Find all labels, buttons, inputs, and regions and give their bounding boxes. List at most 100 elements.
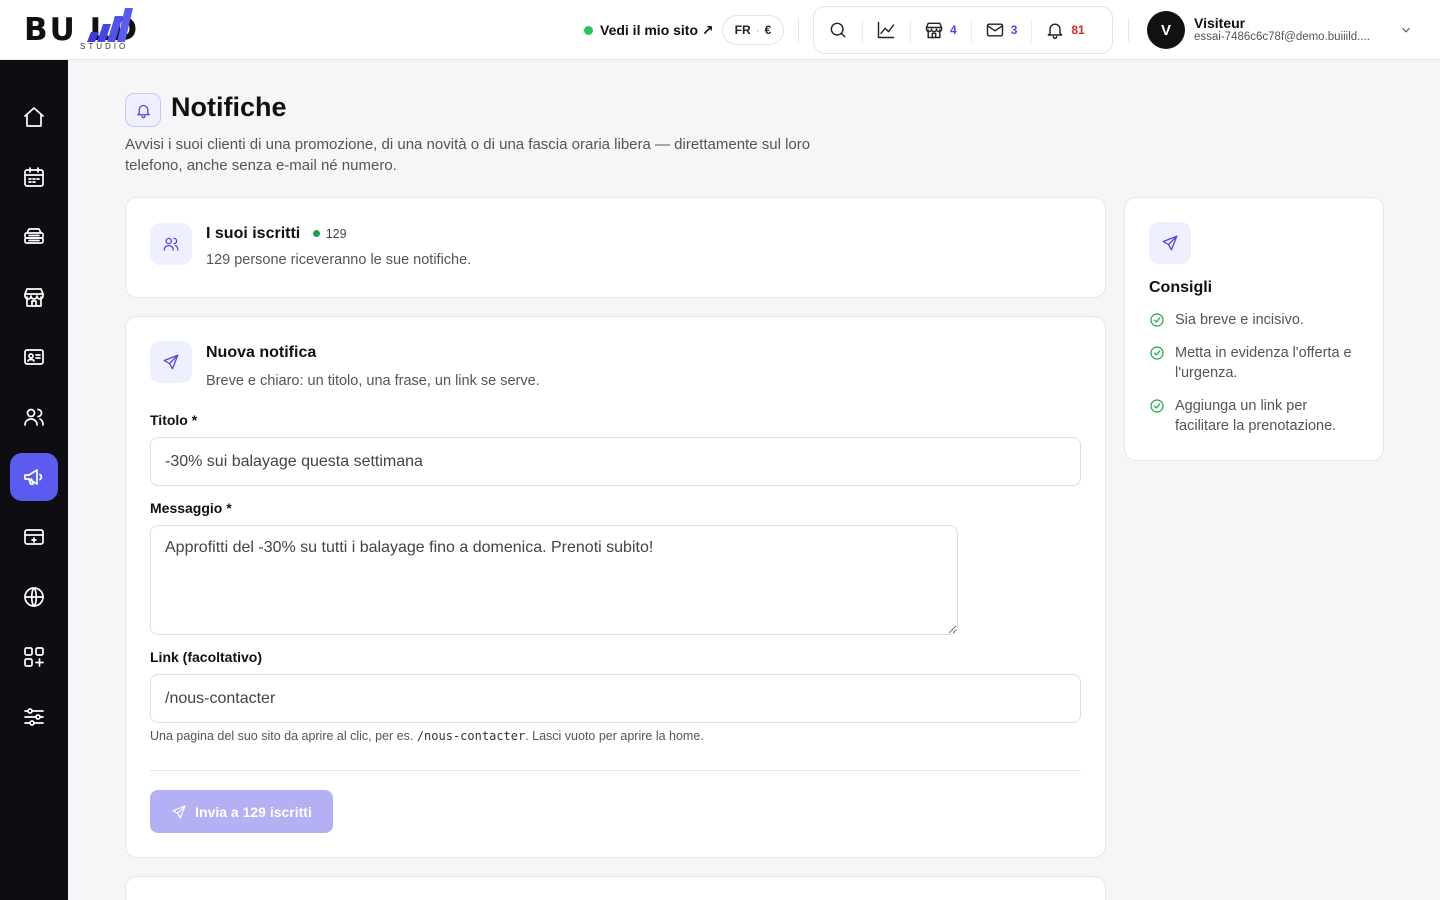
- avatar: V: [1147, 11, 1185, 49]
- link-label: Link (facoltativo): [150, 649, 263, 665]
- subscriber-count: 129: [325, 226, 347, 241]
- link-input[interactable]: [150, 674, 1081, 723]
- sidebar: [0, 60, 68, 900]
- home-icon: [24, 107, 44, 127]
- subscribers-card-icon: [150, 223, 192, 265]
- online-status-dot: [584, 25, 593, 35]
- sidebar-item-apps[interactable]: [10, 633, 58, 681]
- logo-bars-icon: [87, 8, 133, 42]
- tip-text: Aggiunga un link per facilitare la preno…: [1175, 398, 1337, 434]
- search-button[interactable]: [814, 7, 862, 53]
- sidebar-item-settings[interactable]: [10, 693, 58, 741]
- currency-symbol: €: [764, 23, 772, 37]
- grid-plus-icon: [24, 647, 44, 667]
- chevron-down-icon: [1402, 27, 1410, 33]
- separator-dot: ·: [755, 23, 760, 37]
- form-divider: [150, 770, 1081, 771]
- topbar-divider: [1128, 18, 1129, 42]
- view-site-link[interactable]: Vedi il mio sito ↗: [584, 19, 714, 41]
- tip-item: Sia breve e incisivo.: [1149, 310, 1359, 330]
- link-hint-after: . Lasci vuoto per aprire la home.: [525, 729, 704, 743]
- chart-line-icon: [877, 21, 895, 39]
- language-currency-selector[interactable]: FR · €: [722, 15, 784, 45]
- topbar-divider: [798, 18, 799, 42]
- sidebar-item-services[interactable]: [10, 213, 58, 261]
- store-icon: [24, 288, 44, 307]
- user-info: Visiteur essai-7486c6c78f@demo.buiiild..…: [1194, 15, 1389, 44]
- subscriber-count-badge: 129: [312, 226, 347, 241]
- tip-text: Sia breve e incisivo.: [1175, 312, 1304, 328]
- tip-text: Metta in evidenza l'offerta e l'urgenza.: [1175, 345, 1352, 381]
- page-description: Avvisi i suoi clienti di una promozione,…: [125, 136, 811, 174]
- send-icon: [163, 354, 179, 370]
- tips-title: Consigli: [1149, 279, 1213, 296]
- new-notification-icon: [150, 341, 192, 383]
- user-menu[interactable]: V Visiteur essai-7486c6c78f@demo.buiiild…: [1147, 11, 1417, 49]
- sidebar-item-shop[interactable]: [10, 273, 58, 321]
- message-textarea[interactable]: Approfitti del -30% su tutti i balayage …: [150, 525, 958, 635]
- new-notification-subtitle: Breve e chiaro: un titolo, una frase, un…: [206, 373, 540, 389]
- user-name: Visiteur: [1194, 15, 1246, 32]
- bell-icon: [136, 104, 150, 118]
- analytics-button[interactable]: [862, 7, 910, 53]
- users-icon: [24, 408, 44, 426]
- subscribers-subtitle: 129 persone riceveranno le sue notifiche…: [206, 252, 472, 268]
- megaphone-icon: [24, 469, 43, 485]
- new-notification-card: Nuova notifica Breve e chiaro: un titolo…: [125, 316, 1106, 858]
- topbar-toolbar: 4 3 81: [813, 6, 1113, 54]
- title-input[interactable]: [150, 437, 1081, 486]
- sliders-icon: [24, 708, 44, 726]
- tips-card: Consigli Sia breve e incisivo. Metta in …: [1124, 197, 1384, 461]
- bell-icon: [1048, 23, 1063, 39]
- globe-icon: [24, 587, 44, 607]
- top-bar: BU LD STUDIO Vedi il mio sito ↗ FR · € 4: [0, 0, 1440, 60]
- check-circle-icon: [1150, 346, 1164, 360]
- id-card-icon: [24, 349, 44, 365]
- users-icon: [163, 237, 179, 251]
- send-icon: [172, 804, 186, 819]
- brand-logo[interactable]: BU LD STUDIO: [24, 8, 184, 52]
- send-button-label: Invia a 129 iscritti: [195, 803, 312, 820]
- user-email: essai-7486c6c78f@demo.buiiild....: [1194, 31, 1370, 44]
- subscribers-title-text: I suoi iscritti: [206, 225, 301, 242]
- sidebar-item-notifications[interactable]: [10, 453, 58, 501]
- card-icon: [24, 529, 44, 545]
- page-header-icon: [125, 93, 161, 127]
- sidebar-item-calendar[interactable]: [10, 153, 58, 201]
- mail-count-badge: 3: [1010, 23, 1018, 37]
- title-label: Titolo *: [150, 412, 198, 428]
- logo-subtitle: STUDIO: [80, 42, 129, 51]
- page-title: Notifiche: [171, 92, 287, 122]
- tip-item: Aggiunga un link per facilitare la preno…: [1149, 396, 1359, 436]
- store-icon: [925, 22, 943, 39]
- sidebar-item-home[interactable]: [10, 93, 58, 141]
- tips-card-icon: [1149, 222, 1191, 264]
- check-circle-icon: [1150, 399, 1164, 413]
- link-hint: Una pagina del suo sito da aprire al cli…: [150, 729, 704, 743]
- shop-count-badge: 4: [950, 23, 957, 37]
- shop-button[interactable]: 4: [910, 7, 971, 53]
- new-notification-title: Nuova notifica: [206, 344, 317, 361]
- subscribers-card: I suoi iscritti 129 129 persone ricevera…: [125, 197, 1106, 298]
- sidebar-item-website[interactable]: [10, 573, 58, 621]
- tip-item: Metta in evidenza l'offerta e l'urgenza.: [1149, 343, 1359, 383]
- send-icon: [1162, 235, 1178, 251]
- stack-icon: [24, 228, 44, 244]
- link-hint-before: Una pagina del suo sito da aprire al cli…: [150, 729, 417, 743]
- search-icon: [830, 22, 846, 38]
- link-hint-code: /nous-contacter: [416, 729, 526, 743]
- message-label: Messaggio *: [150, 500, 232, 516]
- notifications-button[interactable]: 81: [1031, 7, 1098, 53]
- language-code: FR: [734, 23, 751, 37]
- mail-icon: [986, 23, 1003, 37]
- subscribers-title: I suoi iscritti 129: [206, 225, 347, 243]
- notification-count-badge: 81: [1071, 23, 1085, 37]
- view-site-label: Vedi il mio sito ↗: [600, 21, 714, 38]
- check-circle-icon: [1150, 313, 1164, 327]
- calendar-icon: [24, 167, 44, 187]
- sidebar-item-contacts[interactable]: [10, 333, 58, 381]
- send-notification-button[interactable]: Invia a 129 iscritti: [150, 790, 333, 833]
- messages-button[interactable]: 3: [970, 7, 1032, 53]
- sidebar-item-clients[interactable]: [10, 393, 58, 441]
- sidebar-item-payments[interactable]: [10, 513, 58, 561]
